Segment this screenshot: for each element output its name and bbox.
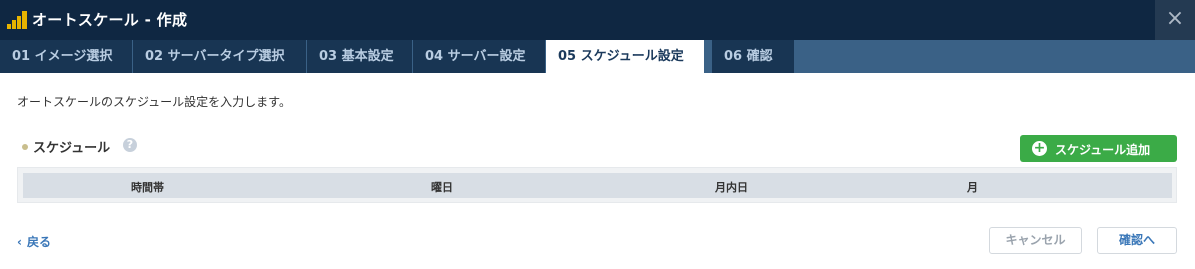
title-bar: オートスケール - 作成 × <box>0 0 1195 40</box>
section-title-label: スケジュール <box>33 141 111 156</box>
step-description: オートスケールのスケジュール設定を入力します。 <box>17 95 291 109</box>
bullet-icon <box>22 143 28 150</box>
tab-basic-settings[interactable]: 03 基本設定 <box>307 40 412 73</box>
back-label: 戻る <box>26 235 51 249</box>
plus-circle-icon: + <box>1032 140 1047 156</box>
chevron-left-icon: ‹ <box>17 235 22 249</box>
next-confirm-button[interactable]: 確認へ <box>1097 227 1177 254</box>
add-schedule-button[interactable]: + スケジュール追加 <box>1020 135 1177 162</box>
column-header-month: 月 <box>967 181 978 194</box>
tab-confirm[interactable]: 06 確認 <box>712 40 794 73</box>
tab-schedule-settings[interactable]: 05 スケジュール設定 <box>546 40 704 73</box>
help-icon[interactable]: ? <box>123 138 137 152</box>
schedule-section-title: スケジュール <box>22 137 110 156</box>
schedule-table: 時間帯 曜日 月内日 月 <box>17 167 1177 203</box>
app-logo-icon <box>7 11 27 29</box>
column-header-weekday: 曜日 <box>431 181 453 194</box>
window-title: オートスケール - 作成 <box>32 11 188 29</box>
column-header-time-range: 時間帯 <box>131 181 164 194</box>
close-icon[interactable]: × <box>1155 0 1195 40</box>
tab-image-select[interactable]: 01 イメージ選択 <box>0 40 132 73</box>
back-link[interactable]: ‹ 戻る <box>17 233 51 250</box>
tab-server-settings[interactable]: 04 サーバー設定 <box>413 40 545 73</box>
wizard-tabs: 01 イメージ選択 02 サーバータイプ選択 03 基本設定 04 サーバー設定… <box>0 40 1195 73</box>
tab-server-type-select[interactable]: 02 サーバータイプ選択 <box>133 40 306 73</box>
add-schedule-label: スケジュール追加 <box>1055 143 1151 157</box>
column-header-day-of-month: 月内日 <box>715 181 748 194</box>
table-header: 時間帯 曜日 月内日 月 <box>23 173 1172 198</box>
cancel-button[interactable]: キャンセル <box>989 227 1082 254</box>
